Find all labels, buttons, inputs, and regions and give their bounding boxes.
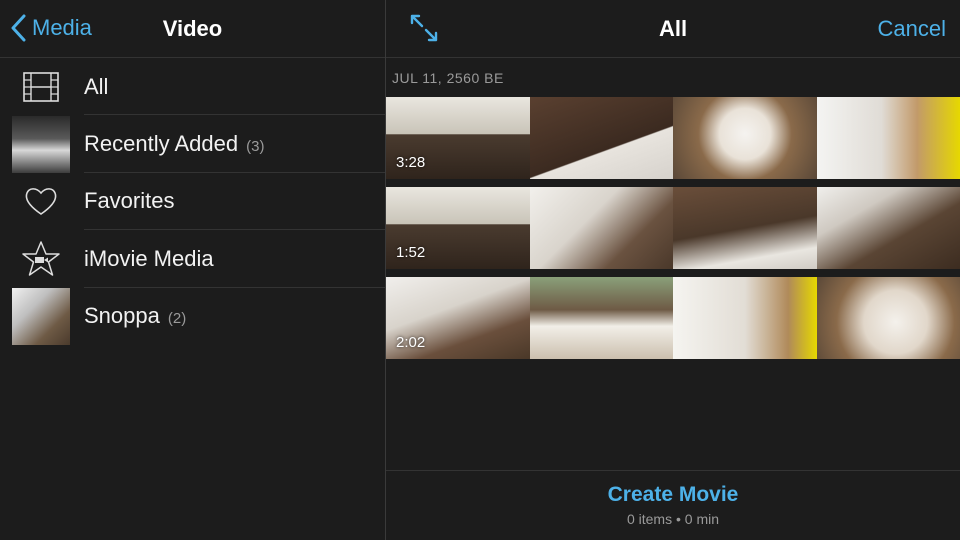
album-label: Snoppa — [84, 303, 160, 329]
clip-frame — [673, 277, 817, 359]
right-nav-bar: All Cancel — [386, 0, 960, 58]
clip-frame — [673, 187, 817, 269]
album-item-recently-added[interactable]: Recently Added (3) — [0, 115, 385, 173]
left-nav-bar: Media Video — [0, 0, 385, 58]
album-item-all[interactable]: All — [0, 58, 385, 116]
bullet-separator: • — [675, 511, 681, 527]
album-label: iMovie Media — [84, 245, 214, 271]
album-label: Favorites — [84, 188, 175, 214]
album-item-imovie-media[interactable]: iMovie Media — [0, 230, 385, 288]
album-item-snoppa[interactable]: Snoppa (2) — [0, 287, 385, 345]
selection-summary: 0 items • 0 min — [386, 511, 960, 527]
clip-grid: 3:28 1:52 2:02 — [386, 97, 960, 367]
page-title: Video — [162, 16, 223, 41]
media-browser-pane: Media Video All Recently Added (3) Favor… — [0, 0, 385, 540]
video-clip[interactable]: 1:52 — [386, 187, 960, 269]
clip-frame — [529, 277, 673, 359]
clip-grid-pane: All Cancel JUL 11, 2560 BE 3:28 1:52 2:0… — [386, 0, 960, 540]
album-list: All Recently Added (3) Favorites iMovie … — [0, 58, 385, 345]
date-header: JUL 11, 2560 BE — [392, 70, 504, 86]
footer-bar: Create Movie 0 items • 0 min — [386, 470, 960, 540]
video-clip[interactable]: 3:28 — [386, 97, 960, 179]
duration-total: 0 min — [684, 511, 720, 527]
film-icon — [12, 58, 70, 115]
video-clip[interactable]: 2:02 — [386, 277, 960, 359]
heart-icon — [12, 173, 70, 230]
album-count: (3) — [246, 138, 265, 156]
album-item-favorites[interactable]: Favorites — [0, 173, 385, 231]
clip-frame — [816, 187, 960, 269]
clip-duration: 1:52 — [396, 244, 426, 261]
clip-frame — [529, 187, 673, 269]
grid-title: All — [658, 16, 688, 41]
album-count: (2) — [167, 310, 187, 328]
clip-frame — [673, 97, 817, 179]
clip-duration: 2:02 — [396, 334, 426, 351]
album-label: All — [84, 73, 109, 99]
cancel-button[interactable]: Cancel — [878, 16, 946, 42]
clip-frame — [529, 97, 673, 179]
create-movie-button[interactable]: Create Movie — [608, 483, 739, 507]
items-count: 0 items — [626, 511, 673, 527]
clip-duration: 3:28 — [396, 154, 426, 171]
album-thumbnail — [12, 115, 70, 173]
star-icon — [12, 230, 70, 287]
album-thumbnail — [12, 287, 70, 345]
clip-frame — [816, 277, 960, 359]
clip-frame — [816, 97, 960, 179]
album-label: Recently Added — [84, 131, 239, 157]
